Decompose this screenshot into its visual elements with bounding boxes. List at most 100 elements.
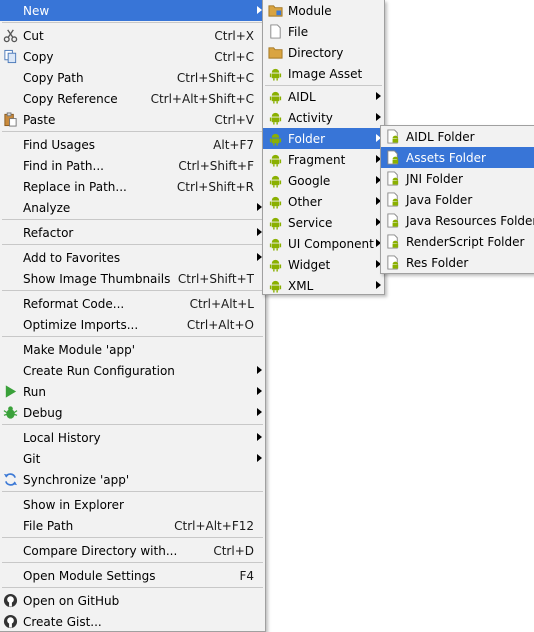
menu-item-label: Find Usages — [23, 137, 96, 152]
menu-item-label: Find in Path... — [23, 158, 104, 173]
menu-item-paste[interactable]: Paste Ctrl+V — [0, 109, 265, 130]
menu-item-run[interactable]: Run — [0, 381, 265, 402]
menu-item-show-in-explorer[interactable]: Show in Explorer — [0, 494, 265, 515]
folder-item-renderscript-folder[interactable]: RenderScript Folder — [381, 231, 534, 252]
menu-item-label: Debug — [23, 405, 63, 420]
new-item-module[interactable]: Module — [263, 0, 384, 21]
menu-separator — [2, 424, 263, 425]
menu-item-label: Java Folder — [406, 192, 473, 207]
new-item-activity[interactable]: Activity — [263, 107, 384, 128]
submenu-arrow-icon — [376, 281, 381, 289]
submenu-arrow-icon — [257, 408, 262, 416]
shortcut-text: Ctrl+Alt+O — [186, 317, 254, 332]
new-item-widget[interactable]: Widget — [263, 254, 384, 275]
new-item-directory[interactable]: Directory — [263, 42, 384, 63]
menu-item-label: Local History — [23, 430, 101, 445]
scissors-icon — [3, 29, 18, 43]
new-item-file[interactable]: File — [263, 21, 384, 42]
menu-item-cut[interactable]: Cut Ctrl+X — [0, 25, 265, 46]
project-context-menu: New Cut Ctrl+X Copy Ctrl+C Copy Path Ctr… — [0, 0, 266, 632]
menu-item-find-usages[interactable]: Find Usages Alt+F7 — [0, 134, 265, 155]
github-icon — [3, 593, 18, 608]
menu-item-optimize-imports[interactable]: Optimize Imports... Ctrl+Alt+O — [0, 314, 265, 335]
shortcut-text: Ctrl+Shift+T — [177, 271, 254, 286]
new-item-fragment[interactable]: Fragment — [263, 149, 384, 170]
menu-item-replace-in-path[interactable]: Replace in Path... Ctrl+Shift+R — [0, 176, 265, 197]
shortcut-text: F4 — [239, 568, 254, 583]
folder-icon — [268, 47, 283, 59]
new-item-aidl[interactable]: AIDL — [263, 86, 384, 107]
menu-item-label: Refactor — [23, 225, 74, 240]
menu-item-copy[interactable]: Copy Ctrl+C — [0, 46, 265, 67]
menu-item-label: Analyze — [23, 200, 71, 215]
menu-item-open-on-github[interactable]: Open on GitHub — [0, 590, 265, 611]
debug-bug-icon — [3, 406, 18, 419]
menu-item-make-module[interactable]: Make Module 'app' — [0, 339, 265, 360]
menu-item-new[interactable]: New — [0, 0, 265, 21]
shortcut-text: Ctrl+Shift+R — [176, 179, 254, 194]
folder-item-java-resources-folder[interactable]: Java Resources Folder — [381, 210, 534, 231]
paste-icon — [4, 112, 17, 127]
menu-item-file-path[interactable]: File Path Ctrl+Alt+F12 — [0, 515, 265, 536]
menu-item-label: Image Asset — [288, 66, 363, 81]
menu-item-label: Create Run Configuration — [23, 363, 175, 378]
github-icon — [3, 614, 18, 629]
menu-item-label: Show Image Thumbnails — [23, 271, 171, 286]
folder-item-java-folder[interactable]: Java Folder — [381, 189, 534, 210]
menu-item-reformat-code[interactable]: Reformat Code... Ctrl+Alt+L — [0, 293, 265, 314]
menu-item-label: Widget — [288, 257, 331, 272]
menu-item-label: Run — [23, 384, 47, 399]
menu-item-label: Add to Favorites — [23, 250, 121, 265]
new-item-service[interactable]: Service — [263, 212, 384, 233]
menu-item-git[interactable]: Git — [0, 448, 265, 469]
menu-item-analyze[interactable]: Analyze — [0, 197, 265, 218]
shortcut-text: Ctrl+Alt+Shift+C — [150, 91, 254, 106]
android-icon — [269, 217, 282, 230]
menu-item-label: Show in Explorer — [23, 497, 124, 512]
android-icon — [269, 259, 282, 272]
shortcut-text: Ctrl+Alt+F12 — [174, 518, 254, 533]
new-item-image-asset[interactable]: Image Asset — [263, 63, 384, 84]
menu-separator — [2, 244, 263, 245]
new-item-xml[interactable]: XML — [263, 275, 384, 296]
menu-item-synchronize[interactable]: Synchronize 'app' — [0, 469, 265, 490]
menu-item-add-to-favorites[interactable]: Add to Favorites — [0, 247, 265, 268]
menu-item-local-history[interactable]: Local History — [0, 427, 265, 448]
android-file-icon — [387, 213, 399, 228]
new-item-other[interactable]: Other — [263, 191, 384, 212]
shortcut-text: Ctrl+Shift+F — [178, 158, 254, 173]
folder-item-res-folder[interactable]: Res Folder — [381, 252, 534, 273]
menu-item-label: Module — [288, 3, 332, 18]
android-icon — [269, 196, 282, 209]
new-item-folder[interactable]: Folder — [263, 128, 384, 149]
menu-separator — [2, 22, 263, 23]
menu-item-open-module-settings[interactable]: Open Module Settings F4 — [0, 565, 265, 586]
menu-item-label: Synchronize 'app' — [23, 472, 130, 487]
menu-separator — [2, 562, 263, 563]
shortcut-text: Ctrl+V — [214, 112, 254, 127]
menu-item-copy-path[interactable]: Copy Path Ctrl+Shift+C — [0, 67, 265, 88]
menu-item-copy-reference[interactable]: Copy Reference Ctrl+Alt+Shift+C — [0, 88, 265, 109]
menu-item-find-in-path[interactable]: Find in Path... Ctrl+Shift+F — [0, 155, 265, 176]
menu-separator — [2, 587, 263, 588]
menu-item-refactor[interactable]: Refactor — [0, 222, 265, 243]
menu-item-debug[interactable]: Debug — [0, 402, 265, 423]
menu-item-compare-directory[interactable]: Compare Directory with... Ctrl+D — [0, 540, 265, 561]
folder-item-jni-folder[interactable]: JNI Folder — [381, 168, 534, 189]
menu-item-label: Paste — [23, 112, 56, 127]
folder-item-assets-folder[interactable]: Assets Folder — [381, 147, 534, 168]
menu-item-label: New — [23, 3, 50, 18]
menu-item-label: Service — [288, 215, 333, 230]
menu-item-create-run-configuration[interactable]: Create Run Configuration — [0, 360, 265, 381]
menu-item-show-image-thumbnails[interactable]: Show Image Thumbnails Ctrl+Shift+T — [0, 268, 265, 289]
menu-item-label: Create Gist... — [23, 614, 102, 629]
new-item-google[interactable]: Google — [263, 170, 384, 191]
menu-item-label: Google — [288, 173, 331, 188]
android-icon — [269, 238, 282, 251]
new-item-ui-component[interactable]: UI Component — [263, 233, 384, 254]
shortcut-text: Ctrl+X — [214, 28, 254, 43]
run-icon — [5, 385, 17, 398]
menu-item-create-gist[interactable]: Create Gist... — [0, 611, 265, 632]
folder-item-aidl-folder[interactable]: AIDL Folder — [381, 126, 534, 147]
module-folder-icon — [268, 5, 283, 17]
